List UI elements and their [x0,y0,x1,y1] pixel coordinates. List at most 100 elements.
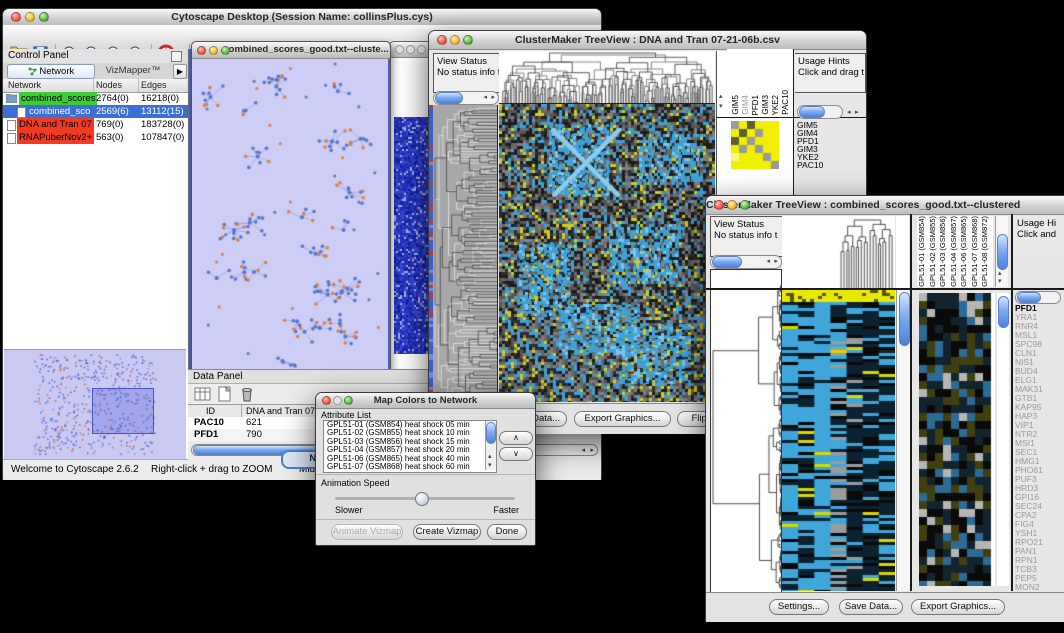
scroll-left-arrow[interactable]: ◂ [847,109,851,116]
minimize-button[interactable] [209,46,218,55]
tv1-row-hscrollbar[interactable]: ◂ ▸ [433,91,499,105]
tv2-row-hscrollbar[interactable]: ◂ ▸ [710,255,782,269]
tv2-zoom-label-scrollbar[interactable]: ▴ ▾ [995,216,1008,287]
scrollbar-thumb[interactable] [1017,292,1041,303]
scroll-up-arrow[interactable]: ▴ [719,93,723,100]
tv2-gene-hscrollbar[interactable] [1015,291,1061,304]
scroll-left-arrow[interactable]: ◂ [766,258,770,265]
scrollbar-thumb[interactable] [486,422,496,444]
scroll-up-arrow[interactable]: ▴ [998,270,1002,277]
move-down-button[interactable]: ∨ [499,447,533,461]
tv1-row-dendrogram[interactable] [433,105,498,403]
close-button[interactable] [714,200,724,210]
attribute-listbox[interactable]: GPL51-01 (GSM854) heat shock 05 minGPL51… [323,420,497,473]
scrollbar-thumb[interactable] [799,106,825,118]
tv1-column-dendrogram[interactable] [499,51,715,104]
tv1-column-labels[interactable]: GIM5GIM4PFD1GIM3YKE2PAC10 [731,53,791,115]
tv1-label-hscrollbar[interactable] [797,105,843,119]
attribute-list-scrollbar[interactable]: ▴ ▾ [485,421,496,470]
col-nodes[interactable]: Nodes [96,79,122,92]
network-row-rnapuber[interactable]: RNAPuberNov2+ 563(0) 107847(0) [3,131,188,144]
tv2-row-dendrogram[interactable] [710,269,782,593]
zoom-button[interactable] [463,35,473,45]
scroll-left-arrow[interactable]: ◂ [581,447,585,454]
row-value: 790 [246,429,262,441]
network-overview[interactable] [4,349,186,460]
zoom-button[interactable] [740,200,750,210]
close-button[interactable] [395,45,404,54]
attribute-list-label: Attribute List [321,410,371,420]
minimize-button[interactable] [406,45,415,54]
float-panel-icon[interactable] [171,51,182,62]
cytoscape-titlebar[interactable]: Cytoscape Desktop (Session Name: collins… [3,9,601,26]
tv2-column-dendrogram[interactable] [782,216,895,289]
scrollbar-thumb[interactable] [899,292,910,346]
tv2-zoom-column-labels[interactable]: GPL51-01 (GSM854)GPL51-02 (GSM855)GPL51-… [917,216,993,287]
scroll-down-arrow[interactable]: ▾ [488,462,492,469]
treeview2-titlebar[interactable]: ClusterMaker TreeView : combined_scores_… [706,196,1064,215]
scrollbar-thumb[interactable] [997,234,1008,270]
animate-vizmap-button[interactable]: Animate Vizmap [331,524,403,540]
minimize-button[interactable] [25,12,35,22]
close-button[interactable] [11,12,21,22]
zoom-button[interactable] [417,45,426,54]
close-button[interactable] [197,46,206,55]
tab-network[interactable]: Network [7,64,95,79]
col-edges[interactable]: Edges [141,79,167,92]
overview-viewport-rect[interactable] [92,388,154,434]
scroll-right-arrow[interactable]: ▸ [774,258,778,265]
minimize-button[interactable] [333,396,342,405]
scroll-up-arrow[interactable]: ▴ [488,453,492,460]
scroll-left-arrow[interactable]: ◂ [483,94,487,101]
tv1-global-matrix-thumbnail[interactable] [731,121,779,169]
scroll-right-arrow[interactable]: ▸ [491,94,495,101]
scrollbar-thumb[interactable] [712,256,742,268]
control-panel-title: Control Panel [3,50,69,61]
close-button[interactable] [322,396,331,405]
dialog-titlebar[interactable]: Map Colors to Network [316,393,535,409]
network-row-combined-scores[interactable]: combined_scores 2764(0) 16218(0) [3,92,188,105]
animation-speed-slider-thumb[interactable] [415,492,429,506]
status-zoom-hint: Right-click + drag to ZOOM [151,460,272,480]
network-file-icon [17,107,26,118]
tv2-heatmap[interactable] [782,290,895,591]
close-button[interactable] [437,35,447,45]
zoom-button[interactable] [39,12,49,22]
scroll-right-arrow[interactable]: ▸ [590,447,594,454]
scroll-down-arrow[interactable]: ▾ [719,103,723,110]
scrollbar-thumb[interactable] [998,296,1009,328]
tv2-vscrollbar[interactable] [896,290,910,591]
treeview2-title: ClusterMaker TreeView : combined_scores_… [706,199,1064,211]
network-view-titlebar[interactable]: combined_scores_good.txt--cluste... [192,42,390,59]
tv2-zoom-heatmap[interactable] [919,293,995,586]
export-graphics-button[interactable]: Export Graphics... [911,599,1005,615]
control-panel-header: Control Panel [3,49,188,64]
export-graphics-button[interactable]: Export Graphics... [574,411,671,427]
scrollbar-thumb[interactable] [435,92,463,104]
tv1-row-label-list[interactable]: GIM5GIM4PFD1GIM3YKE2PAC10 [797,121,863,169]
tab-vizmapper[interactable]: VizMapper™ [97,64,169,77]
create-vizmap-button[interactable]: Create Vizmap [413,524,481,540]
zoom-button[interactable] [221,46,230,55]
scroll-down-arrow[interactable]: ▾ [998,278,1002,285]
usage-hints-title: Usage Hints [798,56,865,67]
network-row-dna-tran[interactable]: DNA and Tran 07 769(0) 183728(0) [3,118,188,131]
minimize-button[interactable] [727,200,737,210]
scroll-right-arrow[interactable]: ▸ [855,109,859,116]
minimize-button[interactable] [450,35,460,45]
done-button[interactable]: Done [487,524,527,540]
treeview1-titlebar[interactable]: ClusterMaker TreeView : DNA and Tran 07-… [429,31,866,50]
tab-overflow-arrow[interactable]: ▶ [173,64,187,79]
move-up-button[interactable]: ∧ [499,431,533,445]
settings-button[interactable]: Settings... [769,599,829,615]
tv2-gene-label-list[interactable]: PFD1YRA1RNR4MSL1SPC98CLN1NIS1BUD4ELG1MAK… [1015,304,1064,592]
zoom-button[interactable] [344,396,353,405]
tv1-heatmap[interactable] [499,104,715,402]
save-data-button[interactable]: Save Data... [839,599,903,615]
col-network[interactable]: Network [8,79,41,92]
dense-matrix-canvas[interactable] [394,117,431,354]
network-row-combined-sco-selected[interactable]: combined_sco 2569(6) 13112(15) [3,105,188,118]
tv2-zoom-vscrollbar[interactable] [997,293,1009,586]
attribute-items[interactable]: GPL51-01 (GSM854) heat shock 05 minGPL51… [325,421,483,472]
network-graph-canvas[interactable] [192,59,388,372]
